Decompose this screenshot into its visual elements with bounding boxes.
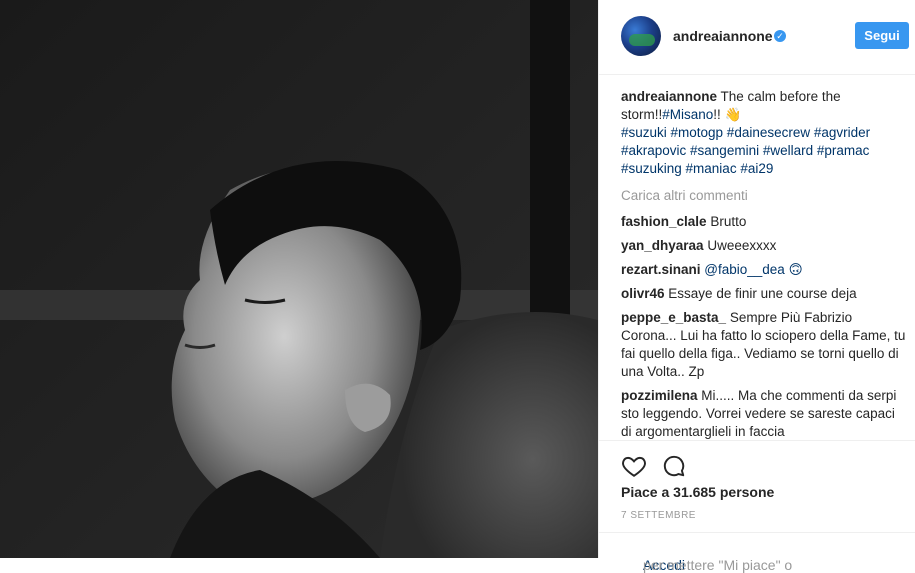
verified-badge-icon: ✓ bbox=[774, 30, 786, 42]
comment-item: peppe_e_basta_ Sempre Più Fabrizio Coron… bbox=[621, 309, 906, 381]
login-footer: Accedi per mettere "Mi piace" o bbox=[599, 532, 915, 573]
comment-text: Brutto bbox=[710, 214, 747, 229]
post-photo[interactable] bbox=[0, 0, 598, 558]
comment-user[interactable]: rezart.sinani bbox=[621, 262, 701, 277]
caption-username[interactable]: andreaiannone bbox=[621, 89, 717, 104]
action-bar bbox=[599, 440, 915, 477]
post-header: andreaiannone ✓ Segui bbox=[599, 0, 915, 75]
comment-text: @fabio__dea 🙃 bbox=[704, 262, 803, 277]
comment-icon[interactable] bbox=[661, 453, 687, 479]
header-username[interactable]: andreaiannone bbox=[673, 28, 773, 44]
comments-list: andreaiannone The calm before the storm!… bbox=[621, 88, 906, 447]
follow-button[interactable]: Segui bbox=[855, 22, 909, 49]
comment-text: Essaye de finir une course deja bbox=[668, 286, 857, 301]
comment-user[interactable]: pozzimilena bbox=[621, 388, 698, 403]
footer-text: per mettere "Mi piace" o bbox=[643, 557, 793, 573]
hashtags-line[interactable]: #suzuki #motogp #dainesecrew #agvrider bbox=[621, 125, 870, 140]
comment-user[interactable]: yan_dhyaraa bbox=[621, 238, 704, 253]
comment-item: rezart.sinani @fabio__dea 🙃 bbox=[621, 261, 906, 279]
heart-icon[interactable] bbox=[621, 453, 647, 479]
likes-count[interactable]: Piace a 31.685 persone bbox=[621, 484, 774, 500]
comment-item: pozzimilena Mi..... Ma che commenti da s… bbox=[621, 387, 906, 441]
comment-item: fashion_clale Brutto bbox=[621, 213, 906, 231]
hashtags-line[interactable]: #akrapovic #sangemini #wellard #pramac bbox=[621, 143, 869, 158]
load-more-comments[interactable]: Carica altri commenti bbox=[621, 187, 906, 205]
comment-user[interactable]: olivr46 bbox=[621, 286, 665, 301]
post-date: 7 SETTEMBRE bbox=[621, 510, 696, 521]
comment-user[interactable]: fashion_clale bbox=[621, 214, 707, 229]
comment-text: Uweeexxxx bbox=[707, 238, 777, 253]
comment-item: yan_dhyaraa Uweeexxxx bbox=[621, 237, 906, 255]
comment-user[interactable]: peppe_e_basta_ bbox=[621, 310, 726, 325]
avatar[interactable] bbox=[621, 16, 661, 56]
caption-tail: !! 👋 bbox=[713, 107, 742, 122]
caption: andreaiannone The calm before the storm!… bbox=[621, 88, 906, 178]
comment-item: olivr46 Essaye de finir une course deja bbox=[621, 285, 906, 303]
caption-hashtag-misano[interactable]: #Misano bbox=[662, 107, 713, 122]
post-side-panel: andreaiannone ✓ Segui andreaiannone The … bbox=[598, 0, 915, 573]
hashtags-line[interactable]: #suzuking #maniac #ai29 bbox=[621, 161, 773, 176]
